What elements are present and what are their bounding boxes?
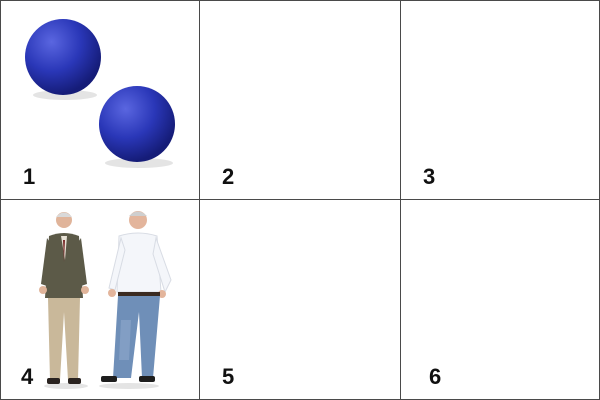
grid-cell-5: 5 (199, 199, 401, 400)
grid-cell-6: 6 (400, 199, 600, 400)
cell-number: 6 (429, 364, 442, 389)
cell-number: 5 (222, 364, 235, 389)
grid-cell-1: 1 (0, 0, 200, 200)
cell-number: 4 (21, 364, 34, 389)
blue-ball (99, 86, 175, 162)
grid-cell-4: 4 (0, 199, 200, 400)
grid-cell-3: 3 (400, 0, 600, 200)
older-man-cardigan (39, 212, 89, 389)
cell-number: 2 (222, 164, 235, 189)
grid-cell-2: 2 (199, 0, 401, 200)
cell-number: 1 (23, 164, 36, 189)
cell-number: 3 (423, 164, 436, 189)
blue-ball (25, 19, 101, 95)
picture-grid: 1 2 3 4 5 6 (0, 0, 600, 400)
older-man-white-shirt (99, 211, 172, 389)
